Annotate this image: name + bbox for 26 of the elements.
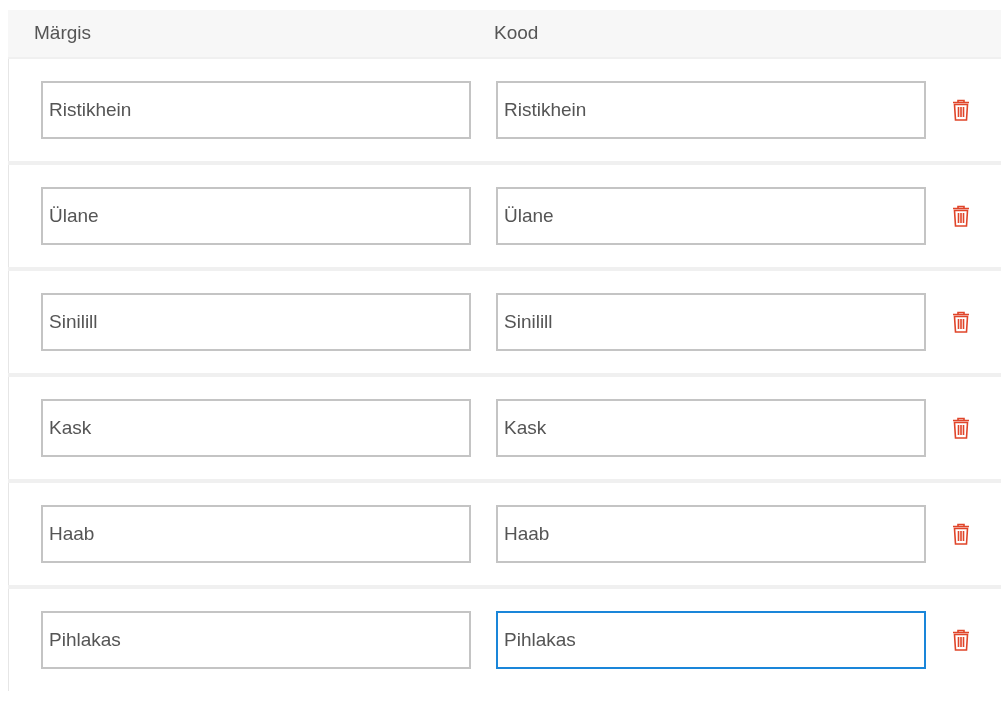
delete-button[interactable]	[950, 203, 972, 229]
input-field[interactable]: Haab	[41, 505, 471, 563]
column-header: Märgis	[34, 21, 92, 46]
input-field[interactable]: Sinilill	[41, 293, 471, 351]
delete-button[interactable]	[950, 97, 972, 123]
delete-button[interactable]	[950, 521, 972, 547]
trash-icon	[952, 205, 970, 227]
input-field[interactable]: Kask	[496, 399, 926, 457]
trash-icon	[952, 311, 970, 333]
trash-icon	[952, 629, 970, 651]
trash-icon	[952, 99, 970, 121]
trash-icon	[952, 523, 970, 545]
input-field[interactable]: Ülane	[496, 187, 926, 245]
delete-button[interactable]	[950, 415, 972, 441]
input-field[interactable]: Ristikhein	[496, 81, 926, 139]
input-field[interactable]: Ülane	[41, 187, 471, 245]
trash-icon	[952, 417, 970, 439]
input-field[interactable]: Pihlakas	[496, 611, 926, 669]
column-header: Kood	[494, 21, 539, 46]
input-field[interactable]: Sinilill	[496, 293, 926, 351]
input-field[interactable]: Kask	[41, 399, 471, 457]
delete-button[interactable]	[950, 627, 972, 653]
input-field[interactable]: Ristikhein	[41, 81, 471, 139]
input-field[interactable]: Haab	[496, 505, 926, 563]
delete-button[interactable]	[950, 309, 972, 335]
input-field[interactable]: Pihlakas	[41, 611, 471, 669]
